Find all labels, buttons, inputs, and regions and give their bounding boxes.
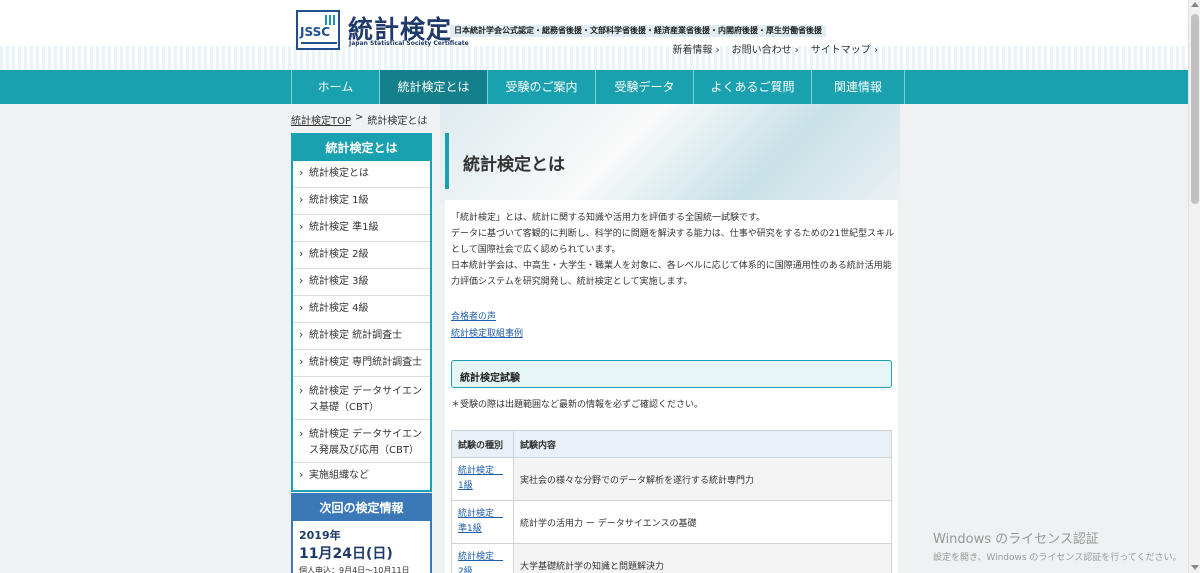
exam-kind-link[interactable]: 統計検定 1級: [451, 457, 514, 501]
title-accent-bar: [445, 133, 449, 189]
nav-item-related[interactable]: 関連情報: [811, 70, 905, 104]
next-exam-title: 次回の検定情報: [293, 495, 430, 521]
intro-line-2: データに基づいて客観的に判断し、科学的に問題を解決する能力は、仕事や研究をするた…: [451, 229, 895, 255]
next-exam-date: 11月24日(日): [299, 546, 393, 562]
exam-kind-link[interactable]: 統計検定 2級: [451, 543, 514, 573]
vertical-scrollbar[interactable]: [1188, 0, 1200, 573]
nav-item-faq[interactable]: よくあるご質問: [693, 70, 811, 104]
main-content: 「統計検定」とは、統計に関する知識や活用力を評価する全国統一試験です。 データに…: [445, 200, 898, 573]
watermark-title: Windows のライセンス認証: [933, 532, 1099, 547]
scroll-up-icon[interactable]: [1191, 2, 1199, 7]
link-testimonials[interactable]: 合格者の声: [451, 309, 496, 322]
logo-bars-icon: [325, 15, 335, 25]
sidebar-item-ds-basic[interactable]: 統計検定 データサイエンス基礎（CBT）: [293, 377, 430, 420]
table-header-kind: 試験の種別: [451, 430, 514, 458]
sidebar-item-ds-advanced[interactable]: 統計検定 データサイエンス発展及び応用（CBT）: [293, 420, 430, 463]
nav-item-data[interactable]: 受験データ: [595, 70, 693, 104]
link-case-studies[interactable]: 統計検定取組事例: [451, 326, 523, 339]
exam-desc: 統計学の活用力 ー データサイエンスの基礎: [513, 500, 892, 544]
sidebar-item-grade4[interactable]: 統計検定 4級: [293, 296, 430, 323]
sidebar-item-grade3[interactable]: 統計検定 3級: [293, 269, 430, 296]
site-header: JSSC 統計検定 Japan Statistical Society Cert…: [0, 0, 1188, 70]
top-links: 新着情報 お問い合わせ サイトマップ: [672, 41, 878, 56]
sidebar: 統計検定とは 統計検定とは 統計検定 1級 統計検定 準1級 統計検定 2級 統…: [291, 133, 432, 492]
table-header-row: 試験の種別 試験内容: [451, 430, 892, 458]
exam-notice: ＊受験の際は出題範囲など最新の情報を必ずご確認ください。: [451, 400, 704, 410]
sidebar-item-organization[interactable]: 実施組織など: [293, 463, 430, 490]
section-title: 統計検定試験: [460, 373, 520, 384]
windows-activation-watermark: Windows のライセンス認証 設定を開き、Windows のライセンス認証を…: [933, 528, 1182, 563]
endorsement-banner: 日本統計学会公式認定・総務省後援・文部科学省後援・経済産業省後援・内閣府後援・厚…: [450, 25, 826, 37]
sidebar-item-pro-survey[interactable]: 統計検定 専門統計調査士: [293, 350, 430, 377]
breadcrumb-current: 統計検定とは: [367, 116, 428, 127]
sidebar-title: 統計検定とは: [293, 135, 430, 161]
site-logo[interactable]: JSSC: [296, 10, 340, 50]
table-row: 統計検定 1級 実社会の様々な分野でのデータ解析を遂行する統計専門力: [451, 457, 892, 501]
exam-desc: 実社会の様々な分野でのデータ解析を遂行する統計専門力: [513, 457, 892, 501]
top-link-news[interactable]: 新着情報: [672, 41, 719, 56]
sidebar-item-grade2[interactable]: 統計検定 2級: [293, 242, 430, 269]
logo-text: JSSC: [300, 25, 331, 39]
sidebar-item-about[interactable]: 統計検定とは: [293, 161, 430, 188]
top-link-contact[interactable]: お問い合わせ: [732, 41, 799, 56]
scroll-down-icon[interactable]: [1191, 565, 1199, 570]
table-header-desc: 試験内容: [513, 430, 892, 458]
sidebar-item-grade1[interactable]: 統計検定 1級: [293, 188, 430, 215]
intro-line-3: 日本統計学会は、中高生・大学生・職業人を対象に、各レベルに応じて体系的に国際通用…: [451, 261, 892, 287]
global-nav: ホーム 統計検定とは 受験のご案内 受験データ よくあるご質問 関連情報: [0, 70, 1188, 104]
breadcrumb-separator: >: [355, 112, 364, 123]
page-title-block: 統計検定とは: [445, 133, 898, 189]
top-link-sitemap[interactable]: サイトマップ: [811, 41, 878, 56]
nav-item-home[interactable]: ホーム: [291, 70, 379, 104]
breadcrumb: 統計検定TOP > 統計検定とは: [291, 112, 427, 127]
exam-desc: 大学基礎統計学の知識と問題解決力: [513, 543, 892, 573]
nav-item-about[interactable]: 統計検定とは: [379, 70, 487, 104]
page-title: 統計検定とは: [463, 155, 565, 175]
sidebar-item-survey[interactable]: 統計検定 統計調査士: [293, 323, 430, 350]
header-decoration: [0, 46, 1188, 70]
scroll-thumb[interactable]: [1191, 14, 1199, 204]
watermark-subtitle: 設定を開き、Windows のライセンス認証を行ってください。: [933, 553, 1182, 563]
site-subtitle: Japan Statistical Society Certificate: [349, 40, 469, 47]
next-exam-year: 2019年: [299, 529, 341, 542]
table-row: 統計検定 2級 大学基礎統計学の知識と問題解決力: [451, 543, 892, 573]
exam-kind-link[interactable]: 統計検定 準1級: [451, 500, 514, 544]
intro-text: 「統計検定」とは、統計に関する知識や活用力を評価する全国統一試験です。 データに…: [451, 210, 895, 290]
breadcrumb-home-link[interactable]: 統計検定TOP: [291, 112, 351, 127]
exam-table: 試験の種別 試験内容 統計検定 1級 実社会の様々な分野でのデータ解析を遂行する…: [451, 430, 892, 573]
intro-line-1: 「統計検定」とは、統計に関する知識や活用力を評価する全国統一試験です。: [451, 213, 766, 223]
next-exam-box: 次回の検定情報 2019年 11月24日(日) 個人申込：9月4日〜10月11日: [291, 493, 432, 573]
nav-item-guide[interactable]: 受験のご案内: [487, 70, 595, 104]
table-row: 統計検定 準1級 統計学の活用力 ー データサイエンスの基礎: [451, 500, 892, 544]
sidebar-item-pre-grade1[interactable]: 統計検定 準1級: [293, 215, 430, 242]
section-heading-box: 統計検定試験: [451, 360, 892, 388]
logo-wave-icon: [301, 38, 337, 44]
next-exam-note: 個人申込：9月4日〜10月11日: [299, 566, 410, 573]
